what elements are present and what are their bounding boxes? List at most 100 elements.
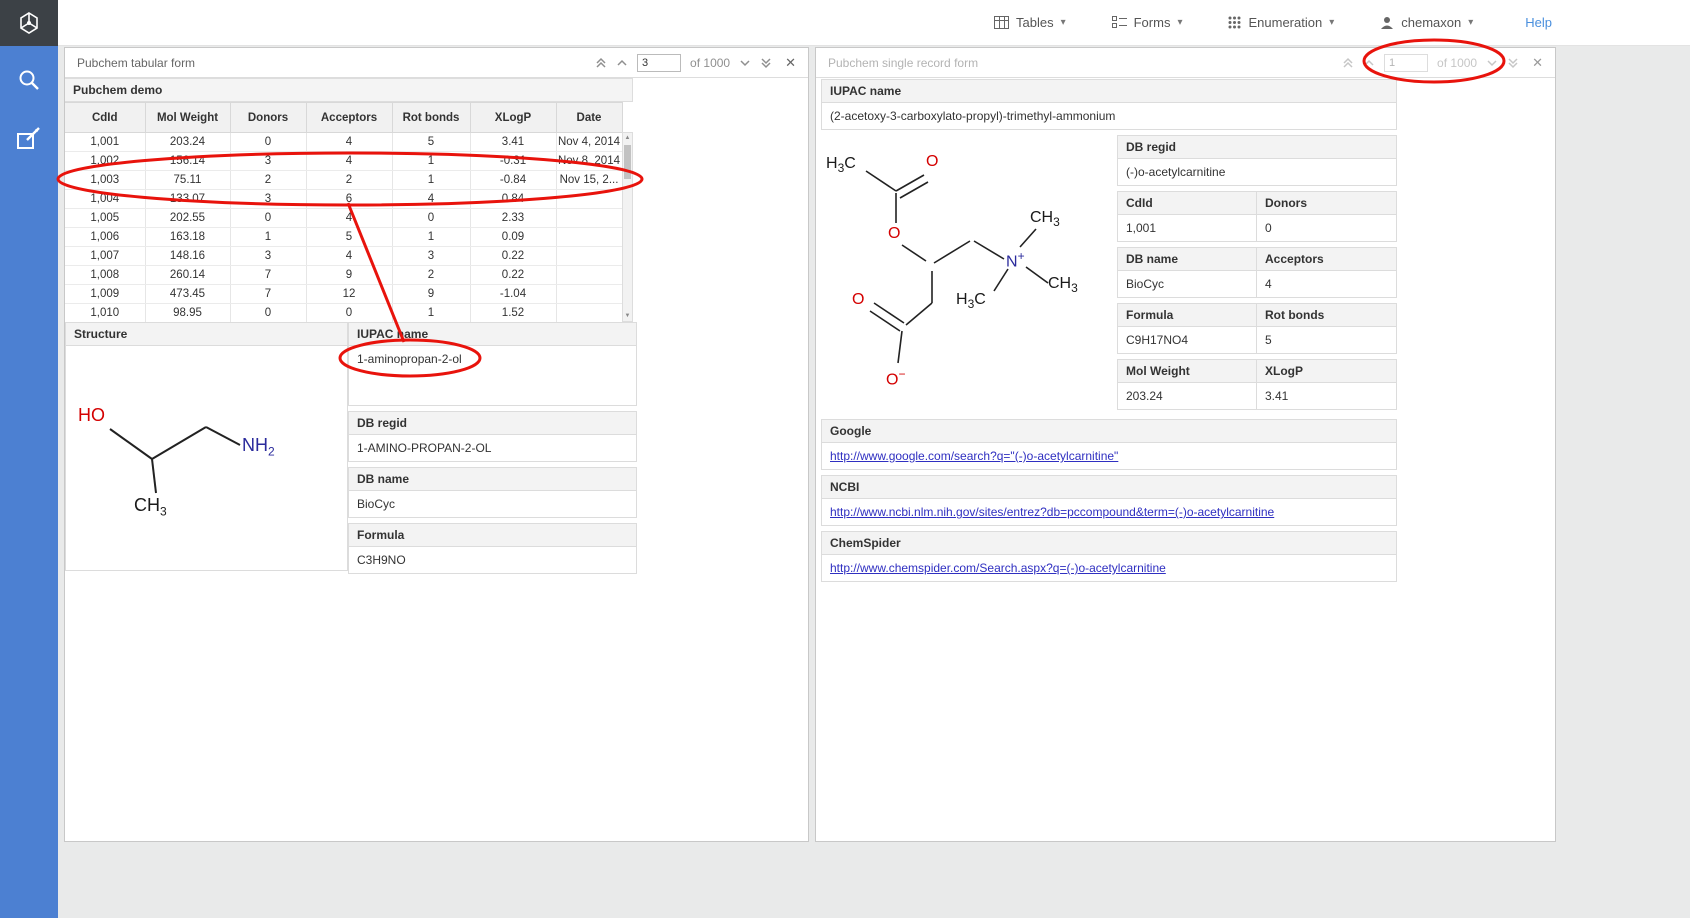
field-label-google: Google: [821, 419, 1397, 443]
field-pair: DB name Acceptors BioCyc 4: [1117, 247, 1397, 298]
field-value-xlogp[interactable]: 3.41: [1257, 383, 1397, 410]
enumeration-icon: [1228, 16, 1241, 29]
field-value-acceptors[interactable]: 4: [1257, 271, 1397, 298]
field-value-dbname[interactable]: BioCyc: [1117, 271, 1257, 298]
structure-viewer[interactable]: H3C O O N+ CH3 CH3 H3C O O−: [821, 135, 1117, 405]
next-record-button[interactable]: [1486, 59, 1498, 67]
field-value-iupac[interactable]: 1-aminopropan-2-ol: [348, 346, 637, 406]
field-value-iupac[interactable]: (2-acetoxy-3-carboxylato-propyl)-trimeth…: [821, 103, 1397, 130]
atom-o-minus: O−: [886, 367, 905, 389]
last-record-button[interactable]: [1507, 57, 1519, 69]
table-row[interactable]: 1,001203.240453.41Nov 4, 2014: [65, 133, 622, 152]
close-icon[interactable]: ✕: [785, 55, 796, 71]
record-pager: of 1000 ✕: [1342, 54, 1543, 72]
first-record-button[interactable]: [1342, 57, 1354, 69]
chemaxon-logo[interactable]: [0, 0, 58, 46]
single-record-form-header: Pubchem single record form of 1000 ✕: [816, 48, 1555, 78]
table-row[interactable]: 1,01098.950011.52: [65, 304, 622, 323]
chemspider-search-link[interactable]: http://www.chemspider.com/Search.aspx?q=…: [830, 561, 1166, 575]
menu-forms[interactable]: Forms ▾: [1112, 15, 1183, 30]
close-icon[interactable]: ✕: [1532, 55, 1543, 71]
field-label-acceptors: Acceptors: [1257, 247, 1397, 271]
first-record-button[interactable]: [595, 57, 607, 69]
tabular-form-panel: Pubchem tabular form of 1000 ✕ Pubchem d…: [64, 47, 809, 842]
forms-icon: [1112, 16, 1127, 29]
field-value-molweight[interactable]: 203.24: [1117, 383, 1257, 410]
field-label-donors: Donors: [1257, 191, 1397, 215]
atom-nh2: NH2: [242, 435, 275, 459]
atom-ho: HO: [78, 405, 105, 426]
atom-o-carboxyl: O: [852, 291, 864, 309]
field-value-donors[interactable]: 0: [1257, 215, 1397, 242]
ncbi-search-link[interactable]: http://www.ncbi.nlm.nih.gov/sites/entrez…: [830, 505, 1274, 519]
field-label-cdid: CdId: [1117, 191, 1257, 215]
google-search-link[interactable]: http://www.google.com/search?q="(-)o-ace…: [830, 449, 1118, 463]
column-header[interactable]: Donors: [230, 103, 306, 133]
scroll-up-icon[interactable]: ▲: [625, 133, 631, 143]
table-row[interactable]: 1,009473.457129-1.04: [65, 285, 622, 304]
structure-viewer[interactable]: HO NH2 CH3: [65, 346, 348, 571]
record-pager: of 1000 ✕: [595, 54, 796, 72]
table-row[interactable]: 1,006163.181510.09: [65, 228, 622, 247]
menu-enumeration[interactable]: Enumeration ▾: [1228, 15, 1334, 30]
atom-o-carbonyl: O: [926, 153, 938, 171]
last-record-button[interactable]: [760, 57, 772, 69]
field-label-xlogp: XLogP: [1257, 359, 1397, 383]
field-value-dbregid[interactable]: 1-AMINO-PROPAN-2-OL: [348, 435, 637, 462]
scroll-down-icon[interactable]: ▼: [625, 311, 631, 321]
menu-enumeration-label: Enumeration: [1248, 15, 1322, 30]
menu-tables[interactable]: Tables ▾: [994, 15, 1066, 30]
column-header[interactable]: Date: [556, 103, 622, 133]
field-value-rotbonds[interactable]: 5: [1257, 327, 1397, 354]
field-value-dbregid[interactable]: (-)o-acetylcarnitine: [1117, 159, 1397, 186]
column-header[interactable]: Mol Weight: [145, 103, 230, 133]
scrollbar-thumb[interactable]: [624, 145, 631, 179]
record-number-input[interactable]: [1384, 54, 1428, 72]
molecule-logo-icon: [16, 10, 42, 36]
tables-icon: [994, 16, 1009, 29]
field-pair: Formula Rot bonds C9H17NO4 5: [1117, 303, 1397, 354]
field-label-rotbonds: Rot bonds: [1257, 303, 1397, 327]
menu-user[interactable]: chemaxon ▾: [1380, 15, 1473, 30]
molecule-1-aminopropan-2-ol: HO NH2 CH3: [74, 401, 304, 536]
atom-n-plus: N+: [1006, 249, 1025, 271]
molecule-acetylcarnitine: H3C O O N+ CH3 CH3 H3C O O−: [824, 145, 1114, 395]
field-label-formula: Formula: [348, 523, 637, 547]
atom-ch3: CH3: [134, 495, 167, 519]
field-value-formula[interactable]: C9H17NO4: [1117, 327, 1257, 354]
field-value-formula[interactable]: C3H9NO: [348, 547, 637, 574]
field-label-molweight: Mol Weight: [1117, 359, 1257, 383]
column-header[interactable]: Rot bonds: [392, 103, 470, 133]
table-row-selected[interactable]: 1,00375.11221-0.84Nov 15, 2...: [65, 171, 622, 190]
previous-record-button[interactable]: [616, 59, 628, 67]
table-row[interactable]: 1,007148.163430.22: [65, 247, 622, 266]
record-count-label: of 1000: [690, 56, 730, 70]
column-header[interactable]: XLogP: [470, 103, 556, 133]
chemspider-link-row: http://www.chemspider.com/Search.aspx?q=…: [821, 555, 1397, 582]
menu-forms-label: Forms: [1134, 15, 1171, 30]
fields-column: IUPAC name 1-aminopropan-2-ol DB regid 1…: [348, 322, 637, 579]
field-label-iupac: IUPAC name: [348, 322, 637, 346]
table-row[interactable]: 1,004133.073640.84: [65, 190, 622, 209]
previous-record-button[interactable]: [1363, 59, 1375, 67]
table-row[interactable]: 1,008260.147920.22: [65, 266, 622, 285]
external-links: Google http://www.google.com/search?q="(…: [821, 419, 1397, 582]
column-header[interactable]: CdId: [65, 103, 145, 133]
chevron-down-icon: ▾: [1329, 17, 1334, 28]
table-row[interactable]: 1,005202.550402.33: [65, 209, 622, 228]
column-header[interactable]: Acceptors: [306, 103, 392, 133]
field-value-dbname[interactable]: BioCyc: [348, 491, 637, 518]
topbar: Tables ▾ Forms ▾ Enumeration ▾ chemaxon …: [58, 0, 1690, 46]
field-value-cdid[interactable]: 1,001: [1117, 215, 1257, 242]
help-link[interactable]: Help: [1525, 15, 1552, 30]
record-number-input[interactable]: [637, 54, 681, 72]
table-scrollbar[interactable]: ▲ ▼: [622, 132, 633, 322]
next-record-button[interactable]: [739, 59, 751, 67]
search-icon[interactable]: [0, 56, 58, 104]
single-record-form-panel: Pubchem single record form of 1000 ✕ IUP…: [815, 47, 1556, 842]
draw-structure-icon[interactable]: [0, 114, 58, 162]
structure-column: Structure HO NH2 CH3: [65, 322, 348, 579]
table-row[interactable]: 1,002156.14341-0.31Nov 8, 2014: [65, 152, 622, 171]
chevron-down-icon: ▾: [1177, 17, 1182, 28]
atom-h3c: H3C: [956, 291, 986, 311]
